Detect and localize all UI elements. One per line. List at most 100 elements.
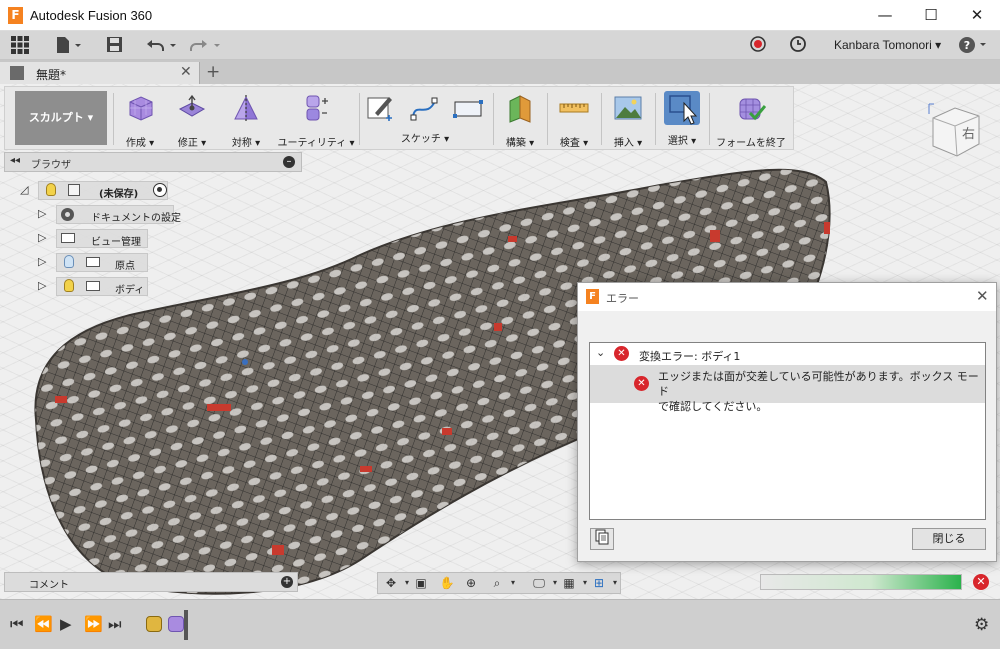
- progress-error-icon[interactable]: ✕: [973, 574, 989, 590]
- step-back-icon[interactable]: ⏪: [34, 615, 53, 633]
- maximize-button[interactable]: ☐: [908, 0, 954, 31]
- expand-arrow-icon[interactable]: ▷: [38, 255, 46, 268]
- error-group-row[interactable]: ⌄ ✕ 変換エラー: ボディ1: [590, 343, 985, 365]
- toolbar-separator: [601, 93, 602, 145]
- browser-root-node[interactable]: ◿ (未保存): [20, 181, 180, 200]
- timeline-feature-body-icon[interactable]: [146, 616, 162, 632]
- toolbar-separator: [547, 93, 548, 145]
- close-window-button[interactable]: ✕: [954, 0, 1000, 31]
- close-dialog-button[interactable]: 閉じる: [912, 528, 986, 550]
- look-at-icon[interactable]: ▣: [412, 576, 430, 590]
- user-account-menu[interactable]: Kanbara Tomonori ▾: [834, 38, 941, 52]
- activate-radio-icon[interactable]: [153, 183, 167, 197]
- minimize-browser-button[interactable]: –: [283, 156, 295, 168]
- help-menu[interactable]: ?: [958, 36, 988, 55]
- inspect-menu[interactable]: 検査 ▾: [549, 89, 599, 149]
- error-detail-row[interactable]: ✕ エッジまたは面が交差している可能性があります。ボックス モード で確認してく…: [590, 365, 985, 413]
- expand-arrow-icon[interactable]: ▷: [38, 279, 46, 292]
- quick-access-bar: Kanbara Tomonori ▾ ?: [0, 31, 1000, 60]
- spline-icon: [410, 97, 438, 121]
- timeline-settings-gear-icon[interactable]: ⚙: [974, 615, 989, 635]
- file-menu-icon[interactable]: [55, 36, 83, 55]
- utilities-menu-label: ユーティリティ ▾: [277, 138, 355, 149]
- viewports-dropdown-icon[interactable]: ▾: [606, 576, 624, 590]
- workspace-switcher[interactable]: スカルプト ▾: [15, 91, 107, 145]
- create-menu[interactable]: 作成 ▾: [115, 89, 165, 149]
- dialog-close-button[interactable]: ✕: [976, 287, 989, 305]
- symmetry-icon: [231, 93, 261, 123]
- modify-menu[interactable]: 修正 ▾: [167, 89, 217, 149]
- pivot-point-icon: [242, 359, 248, 365]
- job-status-clock-icon[interactable]: [790, 36, 806, 55]
- utilities-menu[interactable]: ユーティリティ ▾: [277, 89, 355, 149]
- visibility-bulb-icon[interactable]: [64, 279, 74, 292]
- select-menu[interactable]: 選択 ▾: [657, 89, 707, 149]
- dialog-title: エラー: [606, 292, 639, 305]
- visibility-bulb-off-icon[interactable]: [64, 255, 74, 268]
- close-tab-button[interactable]: ✕: [180, 64, 192, 80]
- window-title: Autodesk Fusion 360: [30, 8, 153, 23]
- comments-bar[interactable]: コメント +: [4, 572, 298, 592]
- toolbar-separator: [493, 93, 494, 145]
- copy-icon: [595, 529, 609, 545]
- construct-menu[interactable]: 構築 ▾: [497, 89, 543, 149]
- folder-icon: [61, 233, 75, 243]
- finish-form-button[interactable]: フォームを終了: [711, 89, 791, 149]
- finish-form-icon: [736, 93, 767, 123]
- browser-item-bodies[interactable]: ▷ ボディ: [38, 277, 158, 296]
- error-message: エッジまたは面が交差している可能性があります。ボックス モード で確認してくださ…: [658, 369, 985, 414]
- pan-hand-icon[interactable]: ✋: [438, 576, 456, 590]
- sketch-menu[interactable]: スケッチ ▾: [361, 89, 489, 149]
- timeline-feature-form-icon[interactable]: [168, 616, 184, 632]
- create-menu-label: 作成 ▾: [125, 138, 155, 149]
- view-cube[interactable]: 右: [925, 100, 985, 162]
- document-tab[interactable]: 無題* ✕: [0, 62, 200, 84]
- root-node-label: (未保存): [99, 189, 139, 200]
- create-box-icon: [125, 93, 155, 123]
- zoom-dropdown-icon[interactable]: ▾: [504, 576, 522, 590]
- step-forward-icon[interactable]: ⏩: [84, 615, 103, 633]
- error-message-line-1: エッジまたは面が交差している可能性があります。ボックス モード: [658, 370, 979, 398]
- zoom-icon[interactable]: ⊕: [462, 576, 480, 590]
- chevron-down-icon[interactable]: ⌄: [596, 346, 605, 359]
- folder-icon: [86, 281, 100, 291]
- timeline-marker[interactable]: [184, 610, 188, 640]
- browser-item-origin[interactable]: ▷ 原点: [38, 253, 158, 272]
- inspect-menu-label: 検査 ▾: [559, 138, 589, 149]
- collapse-browser-icon[interactable]: ◂◂: [10, 155, 20, 166]
- tree-item-label: ボディ: [115, 285, 145, 296]
- record-icon[interactable]: [750, 36, 766, 55]
- go-to-start-icon[interactable]: ⏮: [10, 615, 24, 633]
- gear-icon: [61, 208, 74, 221]
- play-icon[interactable]: ▶: [60, 615, 72, 633]
- app-grid-icon[interactable]: [11, 36, 29, 55]
- tree-item-label: 原点: [115, 261, 135, 272]
- minimize-button[interactable]: —: [862, 0, 908, 31]
- document-name: 無題*: [36, 68, 67, 82]
- error-list: ⌄ ✕ 変換エラー: ボディ1 ✕ エッジまたは面が交差している可能性があります…: [589, 342, 986, 520]
- progress-fill: [761, 575, 961, 589]
- visibility-bulb-icon[interactable]: [46, 183, 56, 196]
- symmetry-menu[interactable]: 対称 ▾: [221, 89, 271, 149]
- new-tab-button[interactable]: +: [206, 62, 220, 82]
- expand-arrow-icon[interactable]: ▷: [38, 231, 46, 244]
- browser-panel-header[interactable]: ◂◂ ブラウザ –: [4, 152, 302, 172]
- expand-arrow-icon[interactable]: ▷: [38, 207, 46, 220]
- insert-menu[interactable]: 挿入 ▾: [603, 89, 653, 149]
- browser-item-document-settings[interactable]: ▷ ドキュメントの設定: [38, 205, 181, 224]
- add-comment-button[interactable]: +: [281, 576, 293, 588]
- toolbar-separator: [709, 93, 710, 145]
- comments-label: コメント: [29, 580, 69, 591]
- measure-ruler-icon: [559, 93, 589, 123]
- undo-icon[interactable]: [146, 36, 178, 55]
- toolbar-separator: [113, 93, 114, 145]
- save-icon[interactable]: [106, 36, 123, 55]
- browser-item-named-views[interactable]: ▷ ビュー管理: [38, 229, 158, 248]
- redo-icon[interactable]: [190, 36, 222, 55]
- expand-triangle-icon[interactable]: ◿: [20, 183, 28, 196]
- modify-move-icon: [177, 93, 207, 123]
- copy-to-clipboard-button[interactable]: [590, 528, 614, 550]
- select-menu-label: 選択 ▾: [667, 136, 697, 147]
- go-to-end-icon[interactable]: ⏭: [108, 615, 122, 633]
- construct-menu-label: 構築 ▾: [505, 138, 535, 149]
